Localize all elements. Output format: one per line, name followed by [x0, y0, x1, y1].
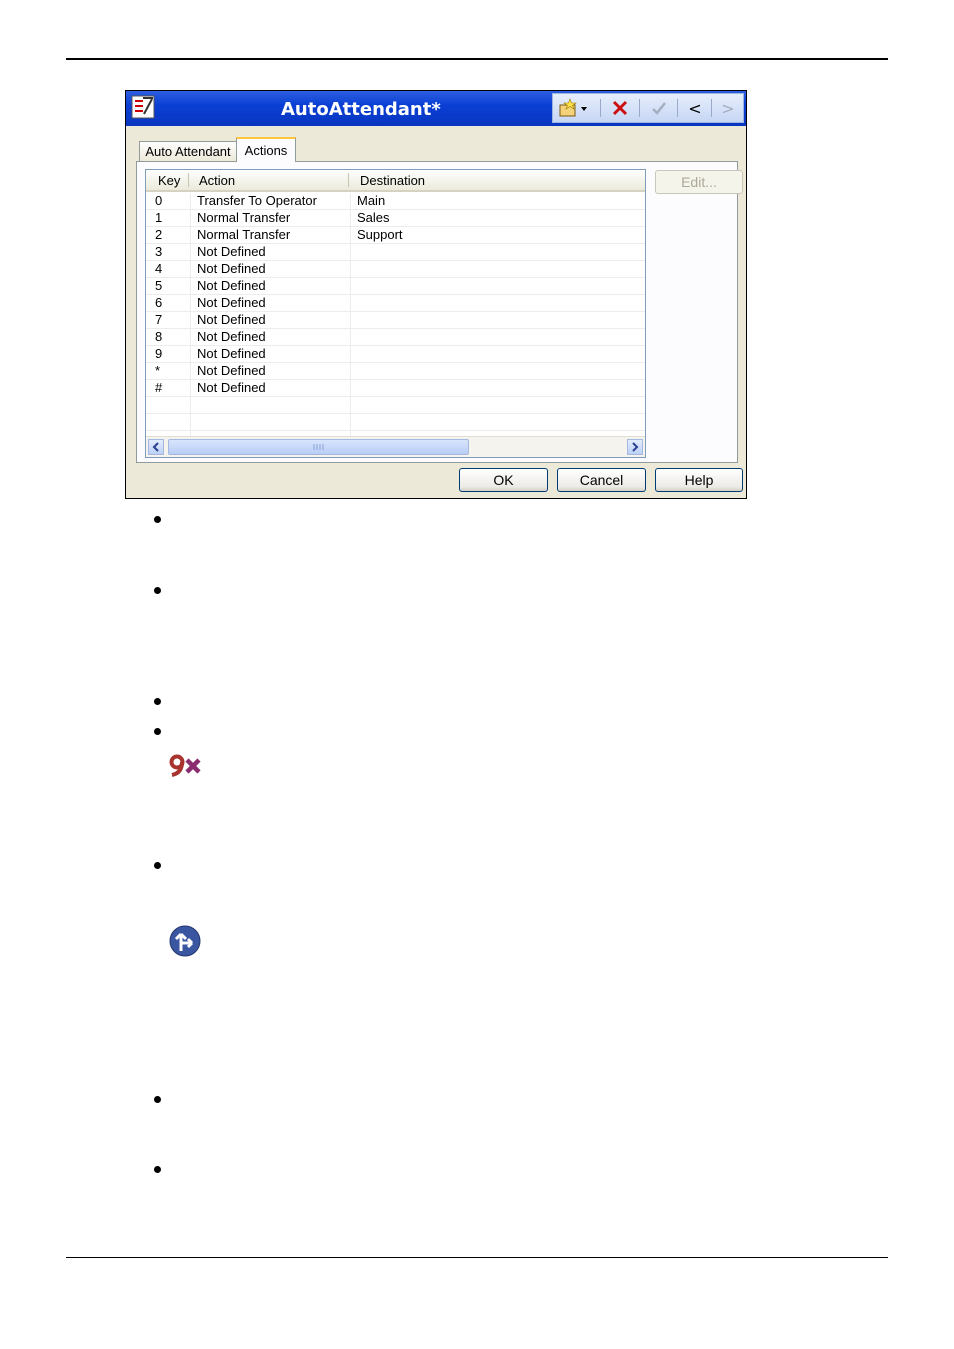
table-row[interactable]: 2 Normal Transfer Support — [146, 227, 645, 244]
transfer-route-icon — [169, 925, 201, 957]
row-destination: Sales — [357, 210, 390, 225]
table-row[interactable]: 1 Normal Transfer Sales — [146, 210, 645, 227]
table-row[interactable]: # Not Defined — [146, 380, 645, 397]
header-rule — [66, 58, 888, 60]
chevron-left-icon — [152, 442, 159, 452]
app-icon — [131, 95, 155, 119]
checkmark-icon — [652, 102, 666, 115]
autoattendant-window: AutoAttendant* < > Auto Attendant Action… — [125, 90, 747, 499]
row-action: Not Defined — [197, 329, 266, 344]
actions-panel: Key Action Destination 0 Transfer To Oper… — [136, 161, 743, 463]
toolbar-separator — [711, 99, 712, 117]
new-button[interactable] — [557, 97, 591, 119]
list-rows: 0 Transfer To Operator Main 1 Normal Transfe… — [146, 193, 645, 431]
table-row[interactable]: 0 Transfer To Operator Main — [146, 193, 645, 210]
table-row[interactable]: 7 Not Defined — [146, 312, 645, 329]
row-action: Not Defined — [197, 363, 266, 378]
row-key: 3 — [155, 244, 163, 259]
bullet — [154, 728, 161, 735]
row-key: 2 — [155, 227, 163, 242]
titlebar[interactable]: AutoAttendant* < > — [126, 91, 746, 126]
bullet — [154, 516, 161, 523]
grip-icon — [313, 444, 324, 450]
cancel-button[interactable]: Cancel — [557, 468, 646, 492]
bullet — [154, 698, 161, 705]
row-key: 8 — [155, 329, 163, 344]
previous-button[interactable]: < — [683, 97, 707, 119]
scroll-thumb[interactable] — [168, 439, 469, 455]
row-key: 6 — [155, 295, 163, 310]
bullet — [154, 1166, 161, 1173]
row-action: Normal Transfer — [197, 227, 291, 242]
column-header-destination[interactable]: Destination — [360, 170, 425, 190]
row-key: 1 — [155, 210, 163, 225]
bullet — [154, 587, 161, 594]
row-action: Not Defined — [197, 380, 266, 395]
column-divider[interactable] — [348, 173, 349, 187]
column-header-key[interactable]: Key — [158, 170, 180, 190]
row-key: 7 — [155, 312, 163, 327]
scroll-right-button[interactable] — [627, 439, 643, 455]
chevron-right-icon — [632, 442, 639, 452]
horizontal-scrollbar[interactable] — [146, 436, 645, 457]
list-header: Key Action Destination — [146, 170, 645, 192]
row-action: Not Defined — [197, 261, 266, 276]
tab-actions[interactable]: Actions — [236, 137, 296, 162]
toolbar-separator — [639, 99, 640, 117]
help-button[interactable]: Help — [655, 468, 743, 492]
row-key: 4 — [155, 261, 163, 276]
row-action: Not Defined — [197, 312, 266, 327]
table-row[interactable]: 3 Not Defined — [146, 244, 645, 261]
row-action: Normal Transfer — [197, 210, 291, 225]
row-destination: Main — [357, 193, 386, 208]
delete-button[interactable] — [608, 97, 632, 119]
table-row[interactable]: 8 Not Defined — [146, 329, 645, 346]
ok-button[interactable]: OK — [459, 468, 548, 492]
scroll-left-button[interactable] — [148, 439, 164, 455]
not-defined-icon — [169, 754, 201, 777]
row-action: Transfer To Operator — [197, 193, 317, 208]
row-key: * — [155, 363, 161, 378]
table-row[interactable]: 5 Not Defined — [146, 278, 645, 295]
row-action: Not Defined — [197, 295, 266, 310]
table-row[interactable]: 6 Not Defined — [146, 295, 645, 312]
edit-button[interactable]: Edit... — [655, 170, 743, 194]
row-action: Not Defined — [197, 278, 266, 293]
table-row[interactable]: 9 Not Defined — [146, 346, 645, 363]
row-key: 9 — [155, 346, 163, 361]
actions-list[interactable]: Key Action Destination 0 Transfer To Oper… — [145, 169, 646, 458]
row-destination: Support — [357, 227, 403, 242]
apply-button[interactable] — [647, 97, 671, 119]
toolbar: < > — [552, 93, 744, 123]
toolbar-separator — [677, 99, 678, 117]
tab-auto-attendant[interactable]: Auto Attendant — [139, 141, 237, 161]
table-row[interactable] — [146, 414, 645, 431]
table-row[interactable]: 4 Not Defined — [146, 261, 645, 278]
delete-icon — [612, 100, 628, 116]
column-divider[interactable] — [188, 173, 189, 187]
table-row[interactable]: * Not Defined — [146, 363, 645, 380]
row-action: Not Defined — [197, 244, 266, 259]
row-key: 5 — [155, 278, 163, 293]
table-row[interactable] — [146, 397, 645, 414]
toolbar-separator — [600, 99, 601, 117]
footer-rule — [66, 1257, 888, 1258]
window-title: AutoAttendant* — [281, 99, 441, 120]
row-action: Not Defined — [197, 346, 266, 361]
bullet — [154, 862, 161, 869]
next-button[interactable]: > — [716, 97, 740, 119]
row-key: # — [155, 380, 163, 395]
column-header-action[interactable]: Action — [199, 170, 235, 190]
new-item-icon — [559, 98, 587, 117]
bullet — [154, 1096, 161, 1103]
row-key: 0 — [155, 193, 163, 208]
